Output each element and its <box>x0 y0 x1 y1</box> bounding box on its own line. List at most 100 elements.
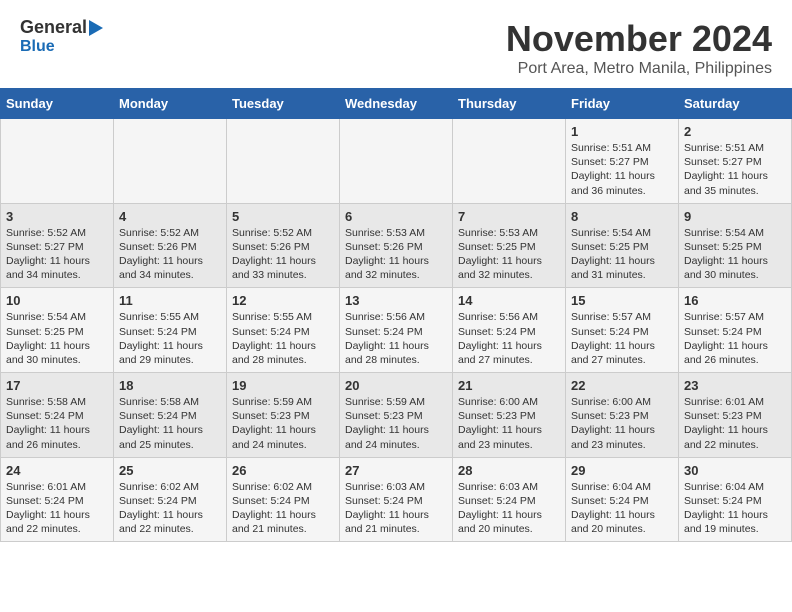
day-info: Sunrise: 6:00 AM Sunset: 5:23 PM Dayligh… <box>571 395 673 452</box>
day-number: 8 <box>571 209 673 224</box>
day-number: 25 <box>119 463 221 478</box>
calendar-cell: 30Sunrise: 6:04 AM Sunset: 5:24 PM Dayli… <box>679 457 792 542</box>
day-info: Sunrise: 5:56 AM Sunset: 5:24 PM Dayligh… <box>345 310 447 367</box>
calendar-cell <box>114 119 227 204</box>
logo: General Blue <box>20 18 103 56</box>
day-info: Sunrise: 5:52 AM Sunset: 5:26 PM Dayligh… <box>119 226 221 283</box>
day-info: Sunrise: 5:58 AM Sunset: 5:24 PM Dayligh… <box>119 395 221 452</box>
calendar-week-1: 1 Sunrise: 5:51 AM Sunset: 5:27 PM Daylig… <box>1 119 792 204</box>
header-thursday: Thursday <box>453 89 566 119</box>
day-info: Sunrise: 5:53 AM Sunset: 5:25 PM Dayligh… <box>458 226 560 283</box>
day-number: 15 <box>571 293 673 308</box>
calendar-cell: 11Sunrise: 5:55 AM Sunset: 5:24 PM Dayli… <box>114 288 227 373</box>
title-area: November 2024 Port Area, Metro Manila, P… <box>506 18 772 78</box>
day-number: 23 <box>684 378 786 393</box>
day-number: 13 <box>345 293 447 308</box>
day-info: Sunrise: 5:56 AM Sunset: 5:24 PM Dayligh… <box>458 310 560 367</box>
day-info: Sunrise: 5:55 AM Sunset: 5:24 PM Dayligh… <box>119 310 221 367</box>
calendar-cell: 7Sunrise: 5:53 AM Sunset: 5:25 PM Daylig… <box>453 203 566 288</box>
calendar-cell: 18 Sunrise: 5:58 AM Sunset: 5:24 PM Dayli… <box>114 373 227 458</box>
day-info: Sunrise: 5:59 AM Sunset: 5:23 PM Dayligh… <box>345 395 447 452</box>
day-info: Sunrise: 6:02 AM Sunset: 5:24 PM Dayligh… <box>119 480 221 537</box>
calendar-cell <box>227 119 340 204</box>
page-title: November 2024 <box>506 18 772 60</box>
calendar-cell: 21Sunrise: 6:00 AM Sunset: 5:23 PM Dayli… <box>453 373 566 458</box>
day-info: Sunrise: 6:03 AM Sunset: 5:24 PM Dayligh… <box>458 480 560 537</box>
day-number: 27 <box>345 463 447 478</box>
logo-general: General <box>20 18 87 38</box>
calendar-cell: 26 Sunrise: 6:02 AM Sunset: 5:24 PM Dayli… <box>227 457 340 542</box>
day-info: Sunrise: 5:59 AM Sunset: 5:23 PM Dayligh… <box>232 395 334 452</box>
calendar-cell: 3 Sunrise: 5:52 AM Sunset: 5:27 PM Daylig… <box>1 203 114 288</box>
day-number: 14 <box>458 293 560 308</box>
logo-arrow-icon <box>89 20 103 36</box>
day-number: 2 <box>684 124 786 139</box>
calendar-header-row: Sunday Monday Tuesday Wednesday Thursday… <box>1 89 792 119</box>
calendar-cell: 24Sunrise: 6:01 AM Sunset: 5:24 PM Dayli… <box>1 457 114 542</box>
day-info: Sunrise: 6:03 AM Sunset: 5:24 PM Dayligh… <box>345 480 447 537</box>
calendar-cell: 13 Sunrise: 5:56 AM Sunset: 5:24 PM Dayli… <box>340 288 453 373</box>
day-info: Sunrise: 5:54 AM Sunset: 5:25 PM Dayligh… <box>684 226 786 283</box>
day-info: Sunrise: 5:55 AM Sunset: 5:24 PM Dayligh… <box>232 310 334 367</box>
day-info: Sunrise: 5:57 AM Sunset: 5:24 PM Dayligh… <box>571 310 673 367</box>
calendar-cell <box>340 119 453 204</box>
day-number: 29 <box>571 463 673 478</box>
calendar-cell: 6 Sunrise: 5:53 AM Sunset: 5:26 PM Daylig… <box>340 203 453 288</box>
calendar-cell: 4Sunrise: 5:52 AM Sunset: 5:26 PM Daylig… <box>114 203 227 288</box>
day-number: 10 <box>6 293 108 308</box>
day-info: Sunrise: 5:54 AM Sunset: 5:25 PM Dayligh… <box>6 310 108 367</box>
calendar-week-2: 3 Sunrise: 5:52 AM Sunset: 5:27 PM Daylig… <box>1 203 792 288</box>
calendar-cell: 16 Sunrise: 5:57 AM Sunset: 5:24 PM Dayli… <box>679 288 792 373</box>
calendar-cell: 12 Sunrise: 5:55 AM Sunset: 5:24 PM Dayli… <box>227 288 340 373</box>
calendar-cell: 17 Sunrise: 5:58 AM Sunset: 5:24 PM Dayli… <box>1 373 114 458</box>
calendar-cell <box>1 119 114 204</box>
calendar-cell: 15 Sunrise: 5:57 AM Sunset: 5:24 PM Dayli… <box>566 288 679 373</box>
day-info: Sunrise: 5:57 AM Sunset: 5:24 PM Dayligh… <box>684 310 786 367</box>
calendar-cell: 8 Sunrise: 5:54 AM Sunset: 5:25 PM Daylig… <box>566 203 679 288</box>
calendar-table: Sunday Monday Tuesday Wednesday Thursday… <box>0 88 792 542</box>
day-number: 12 <box>232 293 334 308</box>
calendar-cell: 19 Sunrise: 5:59 AM Sunset: 5:23 PM Dayli… <box>227 373 340 458</box>
calendar-cell: 23 Sunrise: 6:01 AM Sunset: 5:23 PM Dayli… <box>679 373 792 458</box>
day-info: Sunrise: 6:01 AM Sunset: 5:23 PM Dayligh… <box>684 395 786 452</box>
calendar-cell: 20Sunrise: 5:59 AM Sunset: 5:23 PM Dayli… <box>340 373 453 458</box>
calendar-cell: 5Sunrise: 5:52 AM Sunset: 5:26 PM Daylig… <box>227 203 340 288</box>
day-number: 1 <box>571 124 673 139</box>
day-number: 3 <box>6 209 108 224</box>
calendar-cell: 1 Sunrise: 5:51 AM Sunset: 5:27 PM Daylig… <box>566 119 679 204</box>
calendar-cell: 27 Sunrise: 6:03 AM Sunset: 5:24 PM Dayli… <box>340 457 453 542</box>
day-info: Sunrise: 5:53 AM Sunset: 5:26 PM Dayligh… <box>345 226 447 283</box>
calendar-week-3: 10 Sunrise: 5:54 AM Sunset: 5:25 PM Dayli… <box>1 288 792 373</box>
day-number: 16 <box>684 293 786 308</box>
calendar-cell: 10 Sunrise: 5:54 AM Sunset: 5:25 PM Dayli… <box>1 288 114 373</box>
day-info: Sunrise: 6:04 AM Sunset: 5:24 PM Dayligh… <box>571 480 673 537</box>
header-tuesday: Tuesday <box>227 89 340 119</box>
day-number: 9 <box>684 209 786 224</box>
calendar-cell: 29 Sunrise: 6:04 AM Sunset: 5:24 PM Dayli… <box>566 457 679 542</box>
calendar-week-4: 17 Sunrise: 5:58 AM Sunset: 5:24 PM Dayli… <box>1 373 792 458</box>
logo-blue: Blue <box>20 38 55 56</box>
day-info: Sunrise: 5:51 AM Sunset: 5:27 PM Dayligh… <box>684 141 786 198</box>
day-number: 6 <box>345 209 447 224</box>
calendar-week-5: 24Sunrise: 6:01 AM Sunset: 5:24 PM Dayli… <box>1 457 792 542</box>
calendar-cell: 25 Sunrise: 6:02 AM Sunset: 5:24 PM Dayli… <box>114 457 227 542</box>
day-info: Sunrise: 5:52 AM Sunset: 5:26 PM Dayligh… <box>232 226 334 283</box>
day-info: Sunrise: 5:51 AM Sunset: 5:27 PM Dayligh… <box>571 141 673 198</box>
day-info: Sunrise: 6:04 AM Sunset: 5:24 PM Dayligh… <box>684 480 786 537</box>
day-number: 19 <box>232 378 334 393</box>
header-friday: Friday <box>566 89 679 119</box>
header-wednesday: Wednesday <box>340 89 453 119</box>
day-info: Sunrise: 5:54 AM Sunset: 5:25 PM Dayligh… <box>571 226 673 283</box>
day-info: Sunrise: 6:01 AM Sunset: 5:24 PM Dayligh… <box>6 480 108 537</box>
day-number: 26 <box>232 463 334 478</box>
calendar-cell <box>453 119 566 204</box>
day-info: Sunrise: 6:02 AM Sunset: 5:24 PM Dayligh… <box>232 480 334 537</box>
header-saturday: Saturday <box>679 89 792 119</box>
calendar-cell: 28 Sunrise: 6:03 AM Sunset: 5:24 PM Dayli… <box>453 457 566 542</box>
header-sunday: Sunday <box>1 89 114 119</box>
day-info: Sunrise: 5:52 AM Sunset: 5:27 PM Dayligh… <box>6 226 108 283</box>
day-number: 28 <box>458 463 560 478</box>
day-number: 18 <box>119 378 221 393</box>
day-number: 17 <box>6 378 108 393</box>
day-info: Sunrise: 5:58 AM Sunset: 5:24 PM Dayligh… <box>6 395 108 452</box>
